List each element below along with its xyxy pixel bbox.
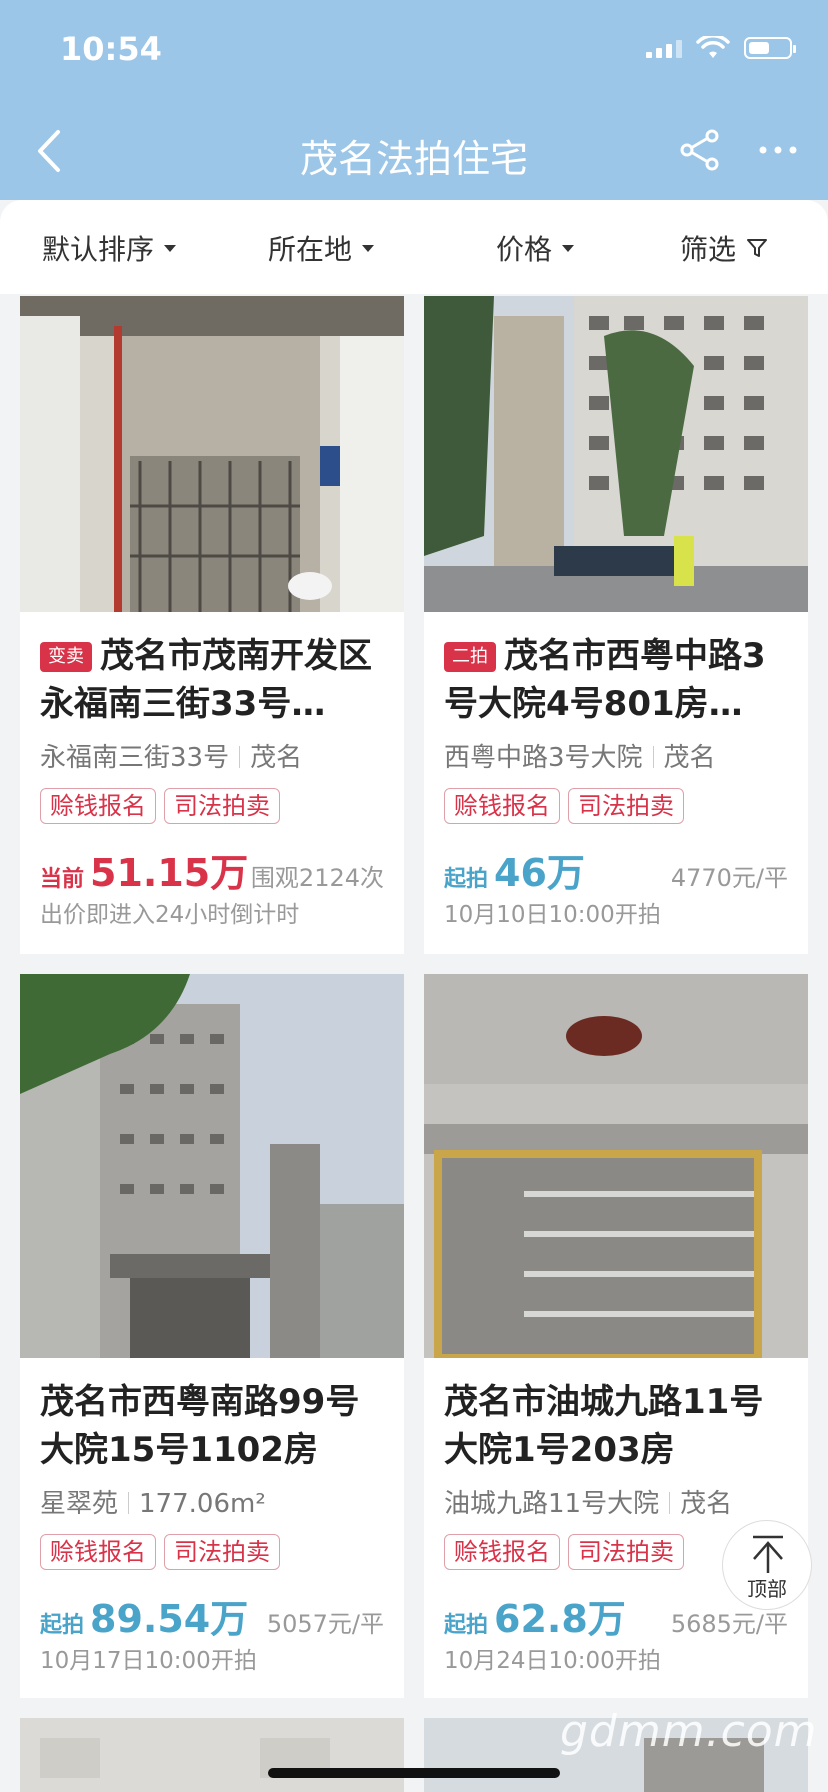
price-label: 当前 <box>40 867 85 892</box>
status-icons <box>646 36 796 60</box>
tag: 赊钱报名 <box>40 1534 156 1570</box>
tag: 司法拍卖 <box>568 1534 684 1570</box>
unit-price: 5057元/平 <box>266 1610 384 1638</box>
price-label: 起拍 <box>444 867 489 892</box>
listing-photo[interactable] <box>20 296 404 612</box>
unit-price: 4770元/平 <box>670 864 788 892</box>
signal-icon <box>646 38 682 58</box>
filter-location-label: 所在地 <box>268 233 353 266</box>
tag-list: 赊钱报名 司法拍卖 <box>40 788 384 824</box>
listing-card[interactable]: 茂名市西粤南路99号大院15号1102房 星翠苑 177.06m² 赊钱报名 司法… <box>20 974 404 1698</box>
filter-sort[interactable]: 默认排序 <box>42 228 177 268</box>
listing-photo[interactable] <box>20 1718 404 1792</box>
view-count: 围观2124次 <box>250 864 384 892</box>
tag: 赊钱报名 <box>444 788 560 824</box>
price-label: 起拍 <box>40 1613 85 1638</box>
listing-location: 西粤中路3号大院 茂名 <box>444 743 716 773</box>
share-icon[interactable] <box>678 128 722 172</box>
listing-location: 永福南三街33号 茂名 <box>40 743 303 773</box>
filter-location[interactable]: 所在地 <box>268 228 375 268</box>
back-to-top-label: 顶部 <box>747 1577 787 1601</box>
home-indicator <box>268 1768 560 1778</box>
filter-bar: 默认排序 所在地 价格 筛选 <box>0 200 828 294</box>
filter-price-label: 价格 <box>496 233 553 266</box>
price-value: 89.54万 <box>90 1597 249 1641</box>
listing-photo[interactable] <box>424 296 808 612</box>
tag: 赊钱报名 <box>444 1534 560 1570</box>
status-bar: 10:54 <box>0 0 828 100</box>
watermark: gdmm.com <box>560 1706 818 1757</box>
caret-down-icon <box>164 244 177 252</box>
listing-footnote: 10月17日10:00开拍 <box>40 1648 257 1674</box>
nav-bar: 茂名法拍住宅 <box>0 100 828 200</box>
filter-price[interactable]: 价格 <box>496 228 575 268</box>
funnel-icon <box>747 239 768 257</box>
tag: 司法拍卖 <box>164 1534 280 1570</box>
tag: 司法拍卖 <box>568 788 684 824</box>
listing-location: 星翠苑 177.06m² <box>40 1489 266 1519</box>
listing-footnote: 10月24日10:00开拍 <box>444 1648 661 1674</box>
tag: 赊钱报名 <box>40 788 156 824</box>
filter-sort-label: 默认排序 <box>42 233 155 266</box>
back-to-top-button[interactable]: 顶部 <box>722 1520 812 1610</box>
caret-down-icon <box>362 244 375 252</box>
listing-photo[interactable] <box>424 974 808 1358</box>
more-icon[interactable] <box>756 128 800 172</box>
listing-title[interactable]: 二拍 茂名市西粤中路3号大院4号801房… <box>444 632 788 728</box>
listing-footnote: 出价即进入24小时倒计时 <box>40 902 300 928</box>
tag-list: 赊钱报名 司法拍卖 <box>40 1534 384 1570</box>
price-label: 起拍 <box>444 1613 489 1638</box>
listing-photo[interactable] <box>20 974 404 1358</box>
listing-card[interactable]: 变卖 茂名市茂南开发区永福南三街33号… 永福南三街33号 茂名 赊钱报名 司法拍卖… <box>20 296 404 954</box>
status-badge: 二拍 <box>444 642 496 672</box>
filter-more[interactable]: 筛选 <box>680 228 768 268</box>
price-value: 51.15万 <box>90 851 249 895</box>
tag-list: 赊钱报名 司法拍卖 <box>444 788 788 824</box>
price-row: 起拍 89.54万 5057元/平 <box>40 1588 384 1641</box>
price-row: 起拍 46万 4770元/平 <box>444 842 788 895</box>
wifi-icon <box>696 36 730 58</box>
tag: 司法拍卖 <box>164 788 280 824</box>
listing-card[interactable] <box>20 1718 404 1792</box>
price-value: 46万 <box>494 851 585 895</box>
battery-icon <box>744 37 796 59</box>
status-badge: 变卖 <box>40 642 92 672</box>
price-row: 当前 51.15万 围观2124次 <box>40 842 384 895</box>
status-time: 10:54 <box>60 30 162 68</box>
caret-down-icon <box>562 244 575 252</box>
listing-title[interactable]: 茂名市油城九路11号大院1号203房 <box>444 1378 788 1474</box>
price-value: 62.8万 <box>494 1597 626 1641</box>
listing-footnote: 10月10日10:00开拍 <box>444 902 661 928</box>
filter-more-label: 筛选 <box>680 233 737 266</box>
listing-title[interactable]: 变卖 茂名市茂南开发区永福南三街33号… <box>40 632 384 728</box>
listing-location: 油城九路11号大院 茂名 <box>444 1489 733 1519</box>
arrow-up-icon <box>753 1535 783 1573</box>
listing-title[interactable]: 茂名市西粤南路99号大院15号1102房 <box>40 1378 384 1474</box>
listing-card[interactable]: 二拍 茂名市西粤中路3号大院4号801房… 西粤中路3号大院 茂名 赊钱报名 司法拍… <box>424 296 808 954</box>
